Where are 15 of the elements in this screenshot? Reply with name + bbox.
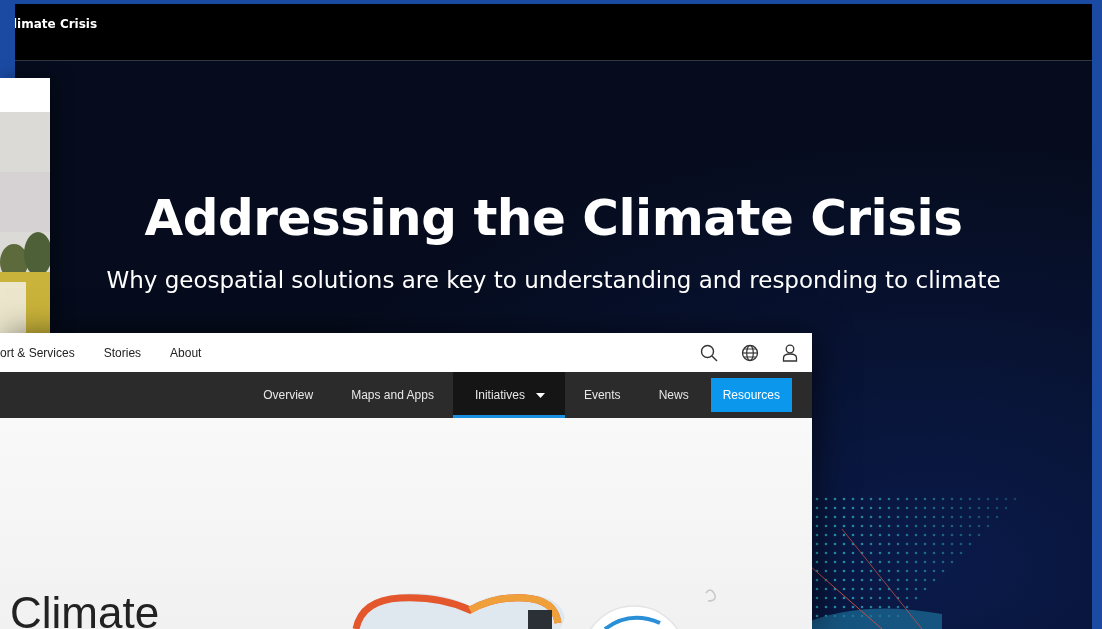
nav-tab[interactable]: Events	[564, 372, 640, 418]
nav-tab[interactable]: Initiatives	[452, 372, 565, 418]
nav-tab[interactable]: News	[639, 372, 708, 418]
globe-icon	[741, 343, 759, 362]
nav-link[interactable]: Stories	[103, 345, 142, 360]
nav-link[interactable]: ort & Services	[0, 345, 75, 360]
caret-icon	[535, 392, 545, 398]
search-icon	[700, 343, 718, 362]
nav-link[interactable]: About	[170, 345, 202, 360]
hero-subtitle: Why geospatial solutions are key to understanding and responding to climate	[106, 267, 1001, 293]
nav-tab[interactable]: Maps and Apps	[332, 372, 453, 418]
page-heading: Climate	[10, 588, 160, 629]
nav-tab[interactable]: Overview	[244, 372, 333, 418]
hero-title: Addressing the Climate Crisis	[144, 189, 963, 247]
user-icon	[782, 343, 798, 362]
